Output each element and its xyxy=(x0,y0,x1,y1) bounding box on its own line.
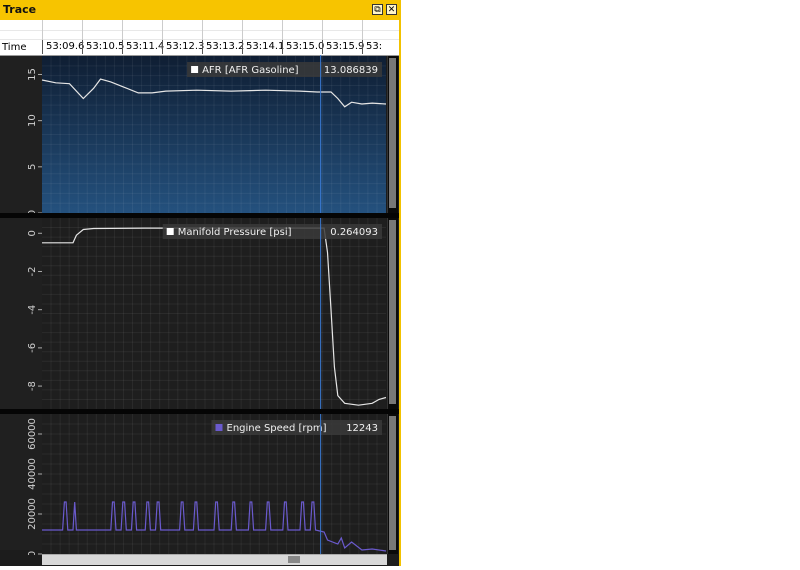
time-tick-mark xyxy=(282,20,283,40)
afr-legend-swatch xyxy=(191,66,199,73)
time-scroll-thumb[interactable] xyxy=(288,556,300,563)
window-title: Trace xyxy=(3,3,37,16)
engine-speed-ytick-label: 40000 xyxy=(27,458,38,490)
time-tick-label: 53:15.0 xyxy=(282,40,324,54)
title-bar[interactable]: Trace ⧉ ✕ xyxy=(0,0,399,21)
time-axis-label: Time xyxy=(2,42,27,53)
engine-speed-ytick-label: 0 xyxy=(27,551,38,555)
engine-speed-legend-label: Engine Speed [rpm] xyxy=(227,423,327,434)
panel-separator[interactable] xyxy=(0,409,399,414)
time-tick-mark xyxy=(322,20,323,40)
time-tick-mark xyxy=(162,20,163,40)
time-tick-label: 53: xyxy=(362,40,382,54)
afr-legend-label: AFR [AFR Gasoline] xyxy=(202,65,299,76)
scroll-thumb[interactable] xyxy=(389,416,396,550)
time-tick-label: 53:13.2 xyxy=(202,40,244,54)
manifold-pressure-ytick-label: -6 xyxy=(27,343,38,353)
afr-ytick-label: 10 xyxy=(27,114,38,127)
manifold-pressure-ytick-label: -4 xyxy=(27,305,38,315)
afr-ytick-label: 15 xyxy=(27,68,38,81)
time-tick-mark xyxy=(42,20,43,40)
trace-charts[interactable]: 0 5 10 15 AFR [AFR Gasoline] 13.086839 0 -2 -4 -6… xyxy=(0,55,399,555)
time-strip-gridline xyxy=(0,30,399,31)
manifold-pressure-ytick-label: -8 xyxy=(27,381,38,391)
scroll-thumb[interactable] xyxy=(389,220,396,404)
afr-panel: 051015AFR [AFR Gasoline]13.086839 xyxy=(27,56,387,216)
time-tick-mark xyxy=(122,20,123,40)
time-tick-label: 53:10.5 xyxy=(82,40,124,54)
engine-speed-ytick-label: 60000 xyxy=(27,418,38,450)
time-tick-mark xyxy=(82,20,83,40)
pin-icon[interactable]: ⧉ xyxy=(372,4,383,15)
speed-panel-scrollbar[interactable] xyxy=(387,414,398,554)
time-tick-mark xyxy=(202,20,203,40)
engine-speed-panel: 0 20000 40000 60000 Engine Speed [rpm] 12243 xyxy=(27,414,387,555)
manifold-pressure-legend-value: 0.264093 xyxy=(330,227,378,238)
panel-separator[interactable] xyxy=(0,213,399,218)
engine-speed-legend-value: 12243 xyxy=(346,423,378,434)
time-tick-label: 53:09.6 xyxy=(42,40,84,54)
time-scrollbar[interactable] xyxy=(42,554,387,565)
afr-panel-scrollbar[interactable] xyxy=(387,56,398,213)
engine-speed-ytick-label: 20000 xyxy=(27,498,38,530)
pressure-panel-scrollbar[interactable] xyxy=(387,218,398,409)
time-tick-label: 53:15.9 xyxy=(322,40,364,54)
afr-ytick-label: 5 xyxy=(27,164,38,170)
close-icon[interactable]: ✕ xyxy=(386,4,397,15)
manifold-pressure-legend-label: Manifold Pressure [psi] xyxy=(178,227,292,238)
engine-speed-legend-swatch xyxy=(215,424,223,431)
scroll-thumb[interactable] xyxy=(389,58,396,208)
time-tick-label: 53:14.1 xyxy=(242,40,284,54)
time-tick-mark xyxy=(362,20,363,40)
time-tick-label: 53:12.3 xyxy=(162,40,204,54)
afr-legend-value: 13.086839 xyxy=(324,65,378,76)
manifold-pressure-legend-swatch xyxy=(166,228,174,235)
manifold-pressure-ytick-label: -2 xyxy=(27,266,38,276)
trace-window: Trace ⧉ ✕ Time 53:09.6 53:10.5 53:11.4 53:1… xyxy=(0,0,401,566)
time-tick-label: 53:11.4 xyxy=(122,40,164,54)
manifold-pressure-ytick-label: 0 xyxy=(27,230,38,236)
manifold-pressure-panel: 0 -2 -4 -6 -8 Manifold Pressure [psi] 0.264093 xyxy=(27,218,387,409)
time-tick-mark xyxy=(242,20,243,40)
time-axis-strip[interactable]: Time 53:09.6 53:10.5 53:11.4 53:12.3 53:13.2… xyxy=(0,20,399,56)
